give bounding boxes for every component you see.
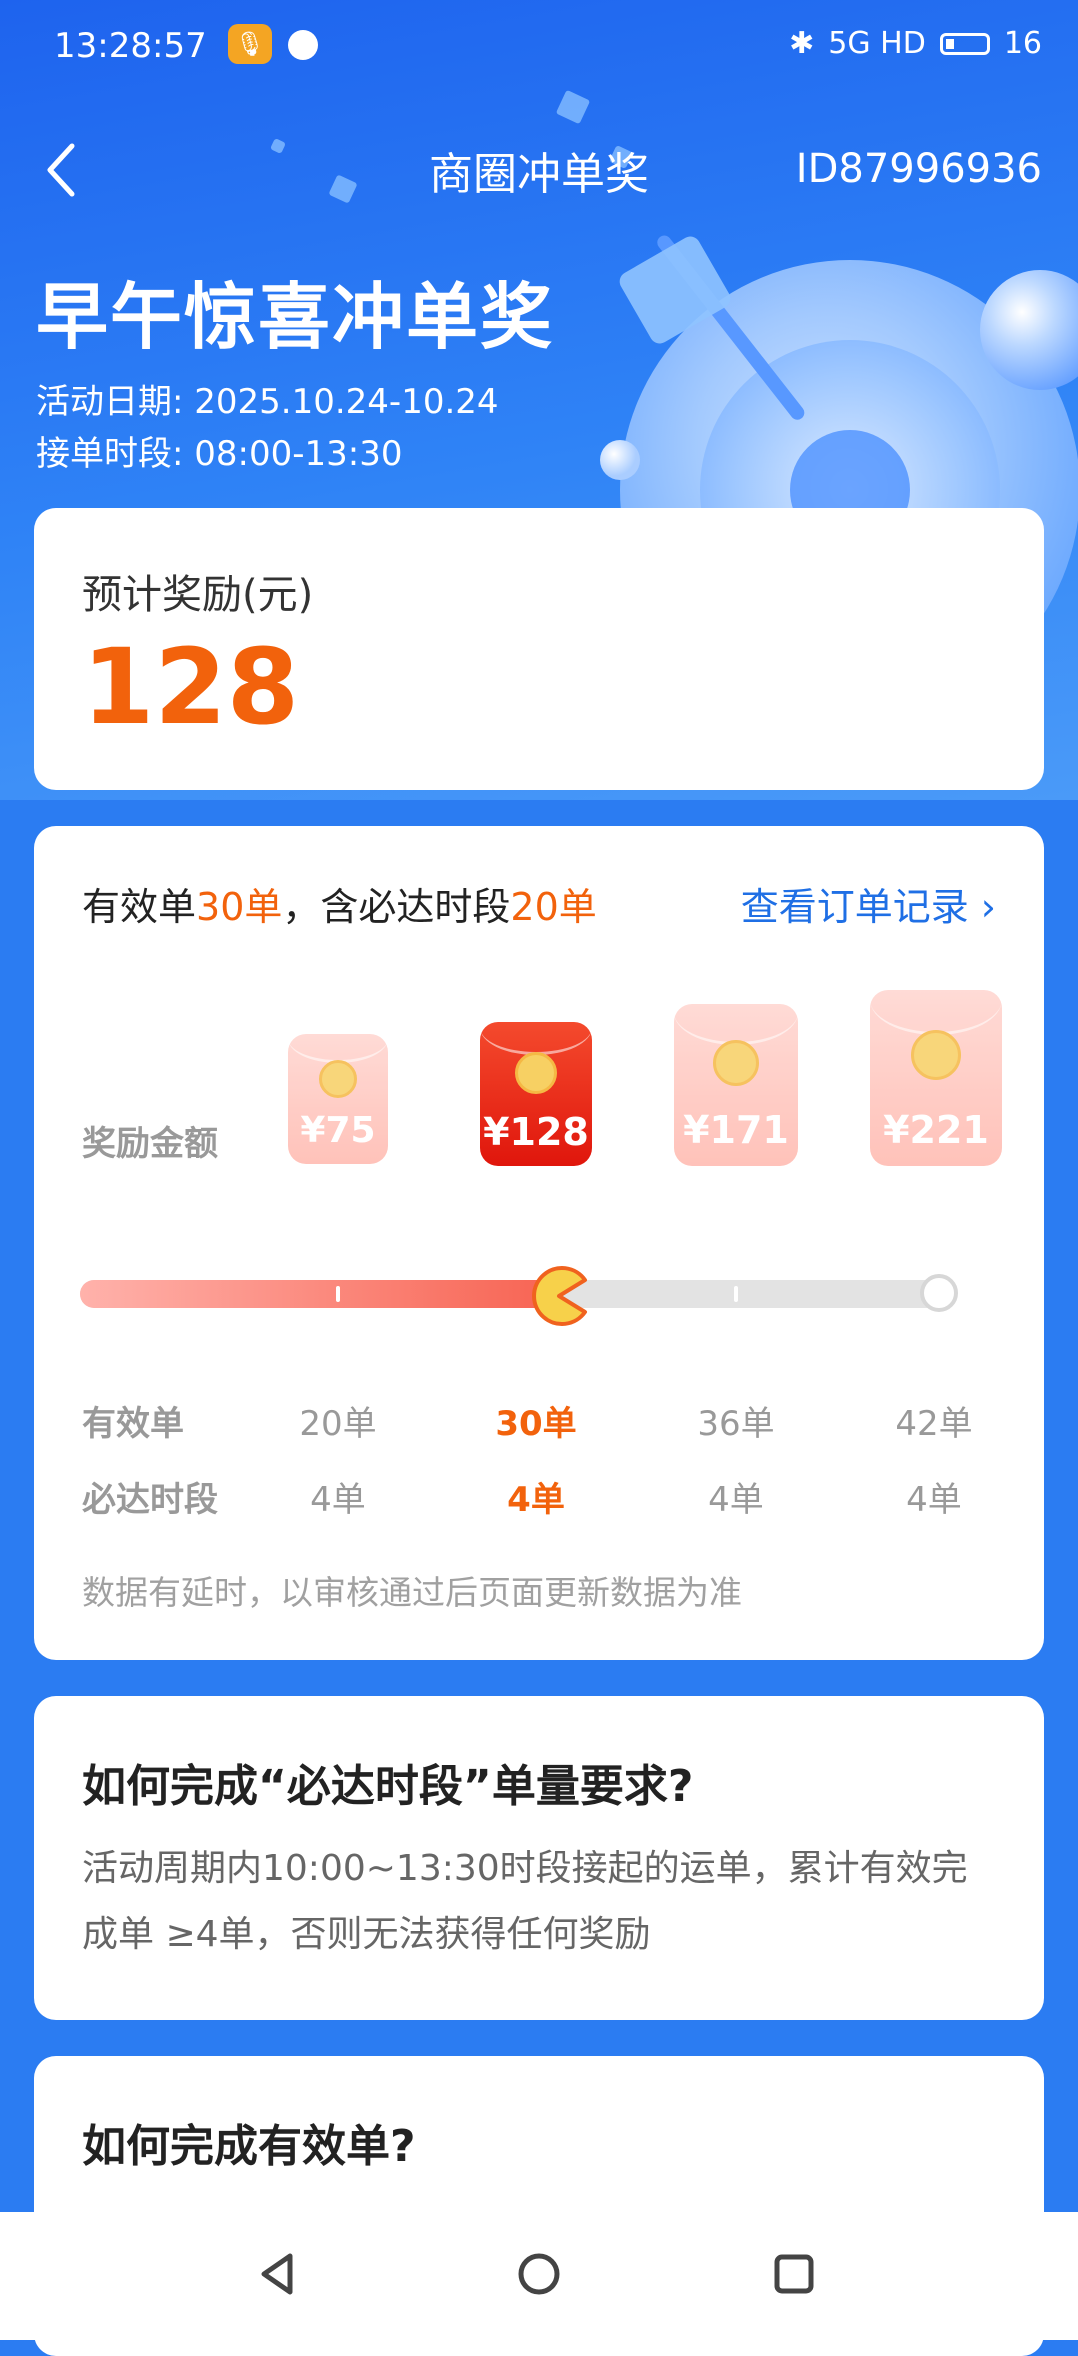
tier-valid-orders: 30单	[495, 1404, 577, 1444]
tier-valid-orders: 42单	[895, 1404, 973, 1444]
coin-icon	[713, 1040, 759, 1086]
faq-body: 活动周期内10:00~13:30时段接起的运单，累计有效完成单 ≥4单，否则无法…	[82, 1848, 968, 1955]
nav-back-icon[interactable]	[248, 2244, 308, 2304]
campaign-period: 接单时段: 08:00-13:30	[36, 434, 403, 474]
confetti-decoration	[555, 89, 591, 125]
progress-card: 有效单30单，含必达时段20单 查看订单记录 › 奖励金额 ¥75 ¥128 ¥…	[34, 826, 1044, 1660]
status-time: 13:28:57	[54, 26, 207, 66]
coin-icon	[911, 1030, 961, 1080]
red-packet-tier-4[interactable]: ¥221	[870, 990, 1002, 1166]
valid-orders-row-label: 有效单	[82, 1404, 184, 1444]
amount-label: 奖励金额	[82, 1124, 218, 1164]
tier-valid-orders: 20单	[299, 1404, 377, 1444]
red-packet-tier-3[interactable]: ¥171	[674, 1004, 798, 1166]
valid-order-summary: 有效单30单，含必达时段20单	[82, 876, 597, 931]
summary-middle: ，含必达时段	[282, 885, 511, 929]
reward-value: 128	[82, 626, 300, 748]
system-navigation-bar	[0, 2212, 1078, 2340]
packet-flap	[870, 990, 1002, 1035]
tier-must-orders: 4单	[507, 1480, 565, 1520]
red-packet-tier-1[interactable]: ¥75	[288, 1034, 388, 1164]
progress-fill	[80, 1280, 559, 1308]
bluetooth-icon: ✱	[789, 26, 815, 61]
coin-icon	[515, 1052, 557, 1094]
order-record-link[interactable]: 查看订单记录 ›	[741, 876, 996, 931]
tier-valid-orders: 36单	[697, 1404, 775, 1444]
tier-must-orders: 4单	[310, 1480, 366, 1520]
packet-amount: ¥171	[683, 1108, 789, 1152]
faq-title: 如何完成“必达时段”单量要求?	[82, 1761, 694, 1812]
packet-amount: ¥221	[883, 1108, 989, 1152]
tier-must-orders: 4单	[906, 1480, 962, 1520]
signal-icon: 5G HD	[828, 26, 926, 61]
valid-count: 30单	[196, 885, 283, 929]
packet-flap	[480, 1022, 592, 1055]
packet-flap	[674, 1004, 798, 1045]
data-delay-note: 数据有延时，以审核通过后页面更新数据为准	[82, 1573, 742, 1612]
faq-must-period-card: 如何完成“必达时段”单量要求? 活动周期内10:00~13:30时段接起的运单，…	[34, 1696, 1044, 2020]
user-id: ID87996936	[795, 146, 1042, 192]
packet-amount: ¥75	[300, 1110, 376, 1151]
status-bar: 13:28:57 🎙 ✱ 5G HD 16	[0, 0, 1078, 90]
must-count: 20单	[510, 885, 597, 929]
summary-prefix: 有效单	[82, 885, 197, 929]
reward-label: 预计奖励(元)	[82, 572, 314, 618]
microphone-icon: 🎙	[228, 24, 272, 64]
order-record-label: 查看订单记录	[740, 885, 969, 929]
battery-level: 16	[1003, 26, 1042, 61]
small-bubble-decoration	[600, 440, 640, 480]
progress-end-marker	[920, 1274, 958, 1312]
campaign-title: 早午惊喜冲单奖	[36, 275, 555, 359]
status-icons: ✱ 5G HD 16	[789, 26, 1042, 61]
must-period-row-label: 必达时段	[82, 1480, 218, 1520]
packet-flap	[288, 1034, 388, 1063]
battery-icon	[939, 32, 990, 55]
campaign-date: 活动日期: 2025.10.24-10.24	[36, 382, 499, 422]
coin-icon	[319, 1060, 357, 1098]
red-packet-tier-2[interactable]: ¥128	[480, 1022, 592, 1166]
nav-home-icon[interactable]	[509, 2244, 569, 2304]
chevron-right-icon: ›	[980, 885, 996, 929]
reward-card: 预计奖励(元) 128	[34, 508, 1044, 790]
packet-amount: ¥128	[483, 1110, 589, 1154]
faq-title: 如何完成有效单?	[82, 2121, 416, 2172]
tier-must-orders: 4单	[708, 1480, 764, 1520]
chat-bubble-icon	[288, 30, 318, 60]
progress-indicator-icon	[532, 1266, 587, 1326]
progress-tick	[336, 1286, 340, 1302]
progress-tick	[734, 1286, 738, 1302]
nav-recent-apps-icon[interactable]	[764, 2244, 824, 2304]
